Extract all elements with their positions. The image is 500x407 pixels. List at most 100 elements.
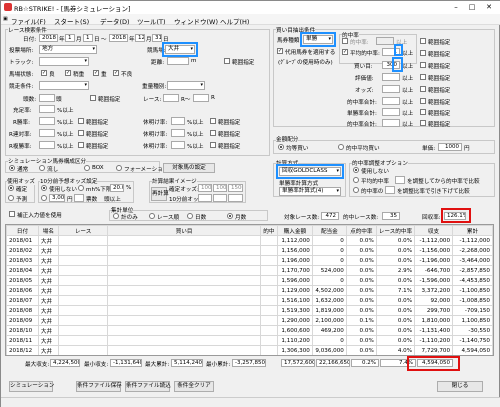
ten-none-radio[interactable] xyxy=(41,185,47,191)
load-conditions-button[interactable]: 条件ファイル読込 xyxy=(125,381,171,392)
range-checkbox-b6[interactable] xyxy=(420,98,426,104)
mdi-icon[interactable]: ▣ xyxy=(3,16,8,22)
table-row[interactable]: 2018/12 大井 1,306,300 9,036,000 0.0% 4.0% 7,729… xyxy=(6,345,493,355)
ten-val-input[interactable]: 3,000 xyxy=(49,194,65,202)
range-checkbox-b3[interactable] xyxy=(420,62,426,68)
r-win-input[interactable] xyxy=(39,117,55,125)
adjust-fix-radio[interactable] xyxy=(353,187,359,193)
track-select[interactable] xyxy=(39,57,89,66)
range-checkbox-k3[interactable] xyxy=(210,142,216,148)
amount-even-radio[interactable] xyxy=(278,144,284,150)
adjust-none-radio[interactable] xyxy=(353,167,359,173)
race-from-input[interactable] xyxy=(163,94,179,102)
minimize-icon[interactable]: – xyxy=(449,2,463,13)
menu-tools[interactable]: ツール(T) xyxy=(137,16,166,26)
sum-total-radio[interactable] xyxy=(113,213,119,219)
table-header-cell[interactable]: 累計 xyxy=(452,225,493,236)
range-checkbox-b7[interactable] xyxy=(420,109,426,115)
hit-checkbox[interactable] xyxy=(342,38,348,44)
headcount-input[interactable] xyxy=(39,94,55,102)
table-row[interactable]: 2018/02 大井 1,156,000 0 0.0% 0.0% -1,156,000 -2,… xyxy=(6,245,493,256)
bet-sum-input[interactable] xyxy=(382,108,400,116)
dai-checkbox[interactable]: ✓ xyxy=(277,48,283,54)
range-checkbox-b1[interactable] xyxy=(420,38,426,44)
ten-count-input[interactable] xyxy=(74,194,84,202)
from-year-input[interactable]: 2018 xyxy=(39,34,58,42)
hyoka-input[interactable] xyxy=(382,73,400,81)
table-header-cell[interactable]: レース xyxy=(57,225,109,236)
range-checkbox-r3[interactable] xyxy=(78,142,84,148)
race-to-input[interactable] xyxy=(193,94,209,102)
baba-omo-checkbox[interactable]: ✓ xyxy=(93,70,99,76)
distance-input[interactable] xyxy=(167,57,189,65)
sim-normal-radio[interactable] xyxy=(9,165,15,171)
use-odds-predict-radio[interactable] xyxy=(8,195,14,201)
target-horse-button[interactable]: 対象馬の設定 xyxy=(163,163,215,173)
close-button[interactable]: 閉じる xyxy=(437,381,483,392)
sum-day-radio[interactable] xyxy=(187,213,193,219)
range-checkbox-r1[interactable] xyxy=(78,118,84,124)
menu-window[interactable]: ウィンドウ(W) xyxy=(174,16,218,26)
range-checkbox-k1[interactable] xyxy=(210,118,216,124)
range-checkbox-b5[interactable] xyxy=(420,86,426,92)
baba-ryo-checkbox[interactable]: ✓ xyxy=(41,70,47,76)
table-header-cell[interactable]: 買い目 xyxy=(107,225,261,236)
correct-checkbox[interactable] xyxy=(9,211,15,217)
range-checkbox-b8[interactable] xyxy=(420,120,426,126)
menu-file[interactable]: ファイル(F) xyxy=(11,16,46,26)
table-row[interactable]: 2018/10 大井 1,600,600 469,200 0.0% 0.0% -1,131,… xyxy=(6,325,493,336)
r-rentai-input[interactable] xyxy=(39,129,55,137)
range-checkbox-k2[interactable] xyxy=(210,130,216,136)
headcount-range-checkbox[interactable] xyxy=(90,95,96,101)
table-header-cell[interactable]: 購入金額 xyxy=(276,225,313,236)
menu-start[interactable]: スタート(S) xyxy=(54,16,89,26)
place-select[interactable]: 地方 xyxy=(39,45,97,54)
kyumei-input-1[interactable] xyxy=(171,117,185,125)
sim-box-radio[interactable] xyxy=(84,165,90,171)
range-checkbox-r2[interactable] xyxy=(78,130,84,136)
kyumei-input-2[interactable] xyxy=(171,129,185,137)
avg-hit-checkbox[interactable]: ✓ xyxy=(342,49,348,55)
amount-hit-radio[interactable] xyxy=(338,144,344,150)
table-header-cell[interactable]: 配当金 xyxy=(311,225,347,236)
table-row[interactable]: 2018/08 大井 1,519,300 1,819,000 0.0% 0.0% 299,7… xyxy=(6,305,493,316)
close-icon[interactable]: ✕ xyxy=(482,2,496,13)
baba-furyo-checkbox[interactable]: ✓ xyxy=(113,70,119,76)
from-day-input[interactable]: 1 xyxy=(83,34,93,42)
hit-input[interactable] xyxy=(376,37,394,45)
menu-data[interactable]: データ(D) xyxy=(100,16,130,26)
sum-race-radio[interactable] xyxy=(149,213,155,219)
from-month-input[interactable]: 1 xyxy=(65,34,75,42)
recalc-button[interactable]: 再計算 xyxy=(151,187,169,201)
range-checkbox-b2[interactable] xyxy=(420,50,426,56)
to-day-input[interactable]: 31 xyxy=(152,34,162,42)
to-year-input[interactable]: 2018 xyxy=(109,34,128,42)
r-fukusho-input[interactable] xyxy=(39,141,55,149)
table-row[interactable]: 2018/01 大井 1,112,000 0 0.0% 0.0% -1,112,000 -1,… xyxy=(6,235,493,246)
range-checkbox-b4[interactable] xyxy=(420,74,426,80)
menu-help[interactable]: ヘルプ(H) xyxy=(220,16,249,26)
hit-sum-input[interactable] xyxy=(382,97,400,105)
table-row[interactable]: 2018/04 大井 1,170,700 524,000 0.0% 2.9% -646,70… xyxy=(6,265,493,276)
sim-nagashi-radio[interactable] xyxy=(39,165,45,171)
sim-formation-radio[interactable] xyxy=(116,165,122,171)
table-header-cell[interactable]: 点的中率 xyxy=(345,225,377,236)
adjust-avg-radio[interactable] xyxy=(353,177,359,183)
save-conditions-button[interactable]: 条件ファイル保存 xyxy=(76,381,122,392)
weight-select[interactable] xyxy=(167,81,205,90)
table-row[interactable]: 2018/06 大井 1,129,000 4,502,000 0.0% 7.1% 3,372… xyxy=(6,285,493,296)
table-header-cell[interactable]: 場名 xyxy=(37,225,59,236)
table-row[interactable]: 2018/05 大井 1,596,000 0 0.0% 0.0% -1,596,000 -4,… xyxy=(6,275,493,286)
table-header-cell[interactable]: 日付 xyxy=(6,225,39,236)
table-row[interactable]: 2018/09 大井 1,290,000 2,100,000 0.1% 0.0% 1,810… xyxy=(6,315,493,326)
table-header-cell[interactable]: レース的中率 xyxy=(375,225,416,236)
result-table[interactable]: 日付 場名 レース 買い目 的中 購入金額 配当金 点的中率 レース的中率 収支 累計 2018/0… xyxy=(5,224,494,356)
odds-input[interactable] xyxy=(382,85,400,93)
adjust-avg-input[interactable] xyxy=(395,176,405,184)
clear-conditions-button[interactable]: 条件全クリア xyxy=(174,381,214,392)
maximize-icon[interactable]: □ xyxy=(465,2,479,13)
sum-month-radio[interactable] xyxy=(227,213,233,219)
ten-pct-input[interactable]: 20.0 xyxy=(110,184,124,192)
use-odds-fixed-radio[interactable] xyxy=(8,185,14,191)
to-month-input[interactable]: 12 xyxy=(135,34,145,42)
